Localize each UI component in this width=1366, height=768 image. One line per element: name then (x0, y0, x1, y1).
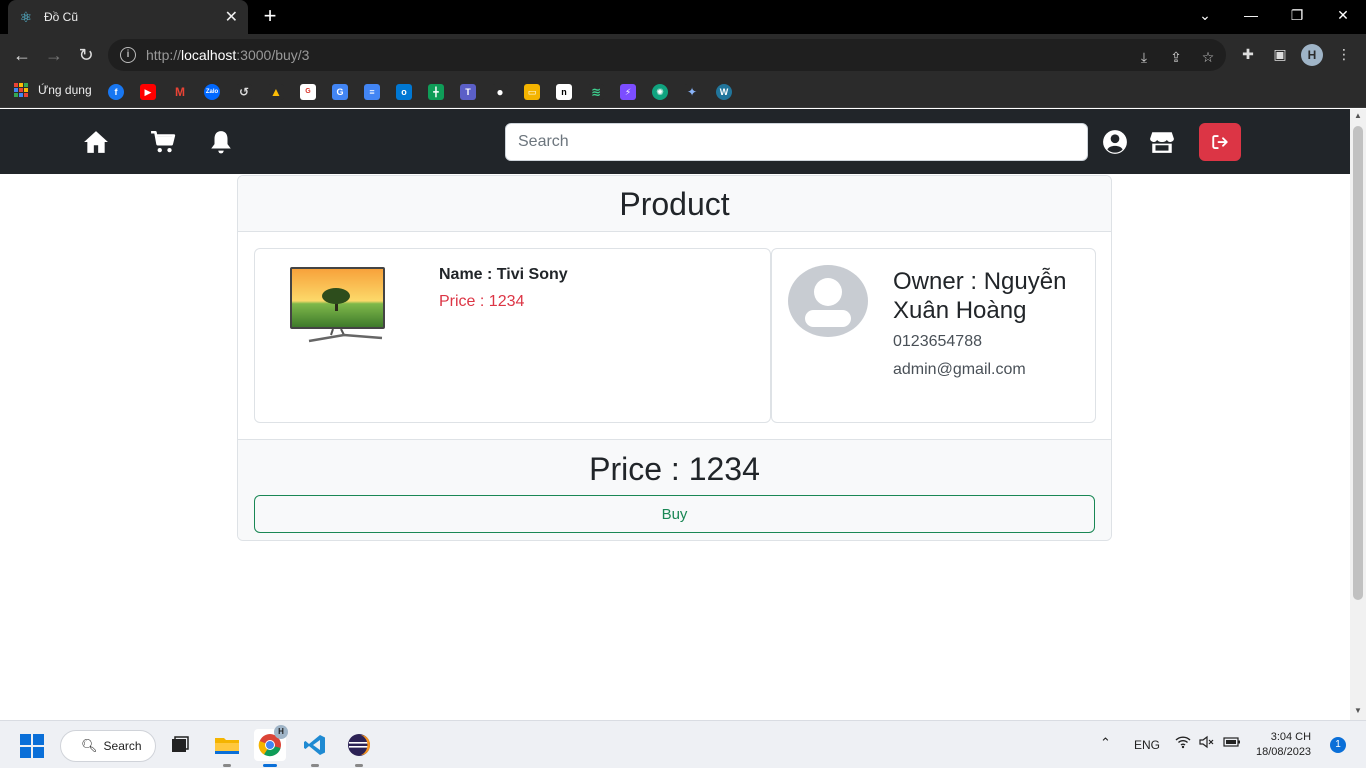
product-name: Name : Tivi Sony (439, 266, 568, 283)
product-image (290, 267, 385, 343)
sparkle-icon[interactable]: ✦ (684, 84, 700, 100)
product-info-panel: Name : Tivi Sony Price : 1234 (254, 248, 771, 423)
eclipse-icon[interactable] (343, 729, 375, 767)
windows-taskbar: 🔍︎ Search H ⌃ ENG 3:04 CH 18/08/2023 1 (0, 720, 1366, 768)
apps-shortcut[interactable]: Ứng dụng (14, 83, 92, 97)
browser-tab[interactable]: ⚛ Đồ Cũ ✕ (8, 0, 248, 34)
language-indicator[interactable]: ENG (1134, 738, 1160, 752)
file-explorer-icon[interactable] (211, 729, 243, 767)
bookmark-star-icon[interactable]: ☆ (1198, 47, 1218, 67)
owner-phone: 0123654788 (893, 333, 982, 350)
battery-icon[interactable] (1223, 735, 1241, 752)
wifi-icon[interactable] (1175, 735, 1191, 752)
windows-start-icon[interactable] (20, 734, 44, 758)
page-scrollbar[interactable]: ▲ ▼ (1350, 109, 1366, 720)
react-icon: ⚛ (19, 8, 33, 25)
buy-button[interactable]: Buy (254, 495, 1095, 533)
bookmark-site-icon[interactable]: G (300, 84, 316, 100)
home-icon[interactable] (83, 129, 109, 155)
google-docs-icon[interactable]: ≡ (364, 84, 380, 100)
facebook-icon[interactable]: f (108, 84, 124, 100)
github-icon[interactable]: ● (492, 84, 508, 100)
extensions-icon[interactable]: ✚ (1237, 43, 1259, 65)
taskbar-search[interactable]: 🔍︎ Search (60, 730, 156, 762)
chatgpt-icon[interactable]: ✺ (652, 84, 668, 100)
tab-search-icon[interactable]: ⌄ (1182, 0, 1228, 30)
reload-icon[interactable]: ↻ (73, 42, 99, 68)
tab-title: Đồ Cũ (44, 10, 79, 24)
site-info-icon[interactable]: i (120, 47, 136, 63)
browser-toolbar: ← → ↻ i http://localhost:3000/buy/3 ⤓ ⇪ … (0, 34, 1366, 76)
apps-grid-icon (14, 83, 28, 97)
teams-icon[interactable]: T (460, 84, 476, 100)
profile-avatar[interactable]: H (1301, 44, 1323, 66)
bell-icon[interactable] (208, 129, 234, 155)
gmail-icon[interactable]: M (172, 84, 188, 100)
chrome-profile-badge: H (274, 725, 288, 739)
system-clock[interactable]: 3:04 CH 18/08/2023 (1256, 730, 1311, 760)
google-translate-icon[interactable]: G (332, 84, 348, 100)
product-card-body: Name : Tivi Sony Price : 1234 Owner : Ng… (238, 232, 1111, 439)
bookmarks-bar: Ứng dụng f ▶ M Zalo ↺ ▲ G G ≡ o ╋ T ● ▭ … (0, 76, 1366, 108)
bolt-icon[interactable]: ⚡ (620, 84, 636, 100)
product-card: Product Name : Tivi Sony Price: 1234 Ow… (237, 175, 1112, 541)
user-circle-icon[interactable] (1102, 129, 1128, 155)
close-icon[interactable]: ✕ (225, 7, 238, 27)
notification-badge[interactable]: 1 (1330, 737, 1346, 753)
google-drive-icon[interactable]: ▲ (268, 84, 284, 100)
avatar (788, 265, 868, 337)
google-sheets-icon[interactable]: ╋ (428, 84, 444, 100)
store-icon[interactable] (1149, 129, 1175, 155)
new-tab-button[interactable]: + (258, 4, 282, 28)
scroll-up-icon[interactable]: ▲ (1350, 111, 1366, 123)
speaker-muted-icon[interactable] (1199, 735, 1215, 752)
notion-icon[interactable]: n (556, 84, 572, 100)
search-input[interactable] (505, 123, 1088, 161)
owner-info-panel: Owner : Nguyễn Xuân Hoàng 0123654788 adm… (771, 248, 1096, 423)
owner-name: Owner : Nguyễn Xuân Hoàng (893, 268, 1067, 324)
tray-overflow-icon[interactable]: ⌃ (1100, 735, 1111, 751)
product-price: Price : 1234 (439, 293, 525, 310)
app-navbar (0, 109, 1350, 174)
task-view-icon[interactable] (164, 729, 196, 761)
taskbar-search-label: Search (103, 739, 142, 753)
chrome-icon[interactable]: H (254, 725, 288, 767)
logout-button[interactable] (1199, 123, 1241, 161)
url-text: http://localhost:3000/buy/3 (146, 47, 310, 63)
share-icon[interactable]: ⇪ (1166, 47, 1186, 67)
apps-label: Ứng dụng (38, 83, 92, 97)
restore-button[interactable]: ❐ (1274, 0, 1320, 30)
install-app-icon[interactable]: ⤓ (1134, 47, 1154, 67)
product-card-footer: Price : 1234 Buy (238, 439, 1111, 540)
scrollbar-thumb[interactable] (1353, 126, 1363, 600)
browser-tabstrip: ⚛ Đồ Cũ ✕ + ⌄ — ❐ ✕ (0, 0, 1366, 34)
minimize-button[interactable]: — (1228, 0, 1274, 30)
stripes-icon[interactable]: ≋ (588, 84, 604, 100)
search-icon: 🔍︎ (81, 738, 98, 753)
wordpress-icon[interactable]: W (716, 84, 732, 100)
total-price: Price : 1234 (589, 451, 760, 487)
google-slides-icon[interactable]: ▭ (524, 84, 540, 100)
cart-icon[interactable] (150, 129, 176, 155)
outlook-icon[interactable]: o (396, 84, 412, 100)
logout-icon (1212, 135, 1228, 149)
forward-icon[interactable]: → (41, 42, 67, 68)
clock-time: 3:04 CH (1270, 731, 1312, 743)
window-close-button[interactable]: ✕ (1320, 0, 1366, 30)
side-panel-icon[interactable]: ▣ (1269, 43, 1291, 65)
owner-email: admin@gmail.com (893, 361, 1026, 378)
scroll-down-icon[interactable]: ▼ (1350, 706, 1366, 718)
address-bar[interactable]: i http://localhost:3000/buy/3 ⤓ ⇪ ☆ (108, 39, 1226, 71)
zalo-icon[interactable]: Zalo (204, 84, 220, 100)
youtube-icon[interactable]: ▶ (140, 84, 156, 100)
menu-icon[interactable]: ⋮ (1333, 43, 1355, 65)
back-icon[interactable]: ← (9, 42, 35, 68)
history-icon[interactable]: ↺ (236, 84, 252, 100)
vscode-icon[interactable] (299, 729, 331, 767)
clock-date: 18/08/2023 (1256, 746, 1312, 758)
product-card-title: Product (238, 176, 1111, 232)
